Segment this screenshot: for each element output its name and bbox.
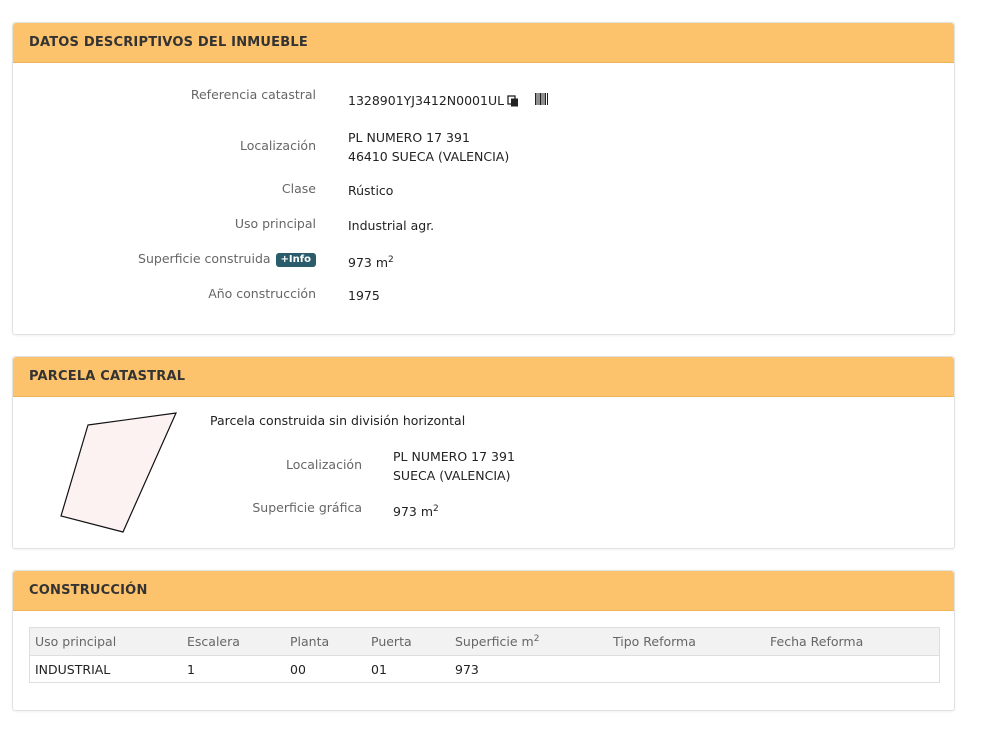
- cell-puerta: 01: [371, 661, 387, 677]
- localizacion-label: Localización: [239, 138, 316, 153]
- localizacion-line1: PL NUMERO 17 391: [348, 130, 470, 145]
- parcel-polygon: [60, 412, 177, 533]
- col-tipo-reforma: Tipo Reforma: [608, 627, 765, 656]
- table-header-row: Uso principal Escalera Planta Puerta Sup…: [29, 627, 940, 656]
- superficie-label: Superficie construida: [138, 251, 271, 266]
- referencia-value-group: 1328901YJ3412N0001UL: [348, 91, 549, 110]
- col-planta: Planta: [285, 627, 366, 656]
- construccion-header: CONSTRUCCIÓN: [13, 571, 954, 611]
- superficie-value-group: 973 m2: [348, 251, 394, 272]
- barcode-icon[interactable]: [535, 91, 549, 105]
- parcela-superficie-unit-sup: 2: [433, 504, 439, 514]
- parcela-superficie-value: 973 m: [393, 504, 434, 520]
- parcela-superficie-value-group: 973 m2: [393, 500, 439, 521]
- cell-fecha-reforma: [765, 656, 940, 683]
- localizacion-line2: 46410 SUECA (VALENCIA): [348, 149, 510, 164]
- construccion-table: Uso principal Escalera Planta Puerta Sup…: [29, 627, 940, 683]
- col-fecha-reforma: Fecha Reforma: [765, 627, 940, 656]
- col-escalera: Escalera: [182, 627, 285, 656]
- uso-label: Uso principal: [234, 216, 316, 231]
- anio-label: Año construcción: [208, 286, 316, 301]
- parcela-localizacion-label: Localización: [285, 457, 362, 472]
- col-superficie-label: Superficie m: [455, 634, 534, 650]
- parcela-catastral-header: PARCELA CATASTRAL: [13, 357, 954, 397]
- parcela-superficie-label: Superficie gráfica: [252, 500, 362, 515]
- parcela-descripcion: Parcela construida sin división horizont…: [210, 413, 466, 428]
- superficie-label-group: Superficie construida +Info: [16, 251, 316, 267]
- parcela-localizacion-line1: PL NUMERO 17 391: [393, 449, 515, 464]
- cell-tipo-reforma: [608, 656, 765, 683]
- anio-value: 1975: [348, 288, 380, 303]
- referencia-label: Referencia catastral: [190, 87, 316, 102]
- col-puerta: Puerta: [366, 627, 450, 656]
- construccion-panel: CONSTRUCCIÓN Uso principal Escalera Plan…: [12, 570, 955, 711]
- datos-descriptivos-panel: DATOS DESCRIPTIVOS DEL INMUEBLE Referenc…: [12, 22, 955, 335]
- cell-superficie: 973: [455, 661, 479, 677]
- col-superficie: Superficie m2: [450, 627, 608, 656]
- copy-icon[interactable]: [507, 93, 519, 107]
- col-superficie-sup: 2: [533, 633, 540, 644]
- clase-value: Rústico: [348, 183, 394, 198]
- table-row: INDUSTRIAL 1 00 01 973: [30, 656, 940, 683]
- parcel-shape-map[interactable]: [53, 407, 193, 537]
- info-button[interactable]: +Info: [275, 253, 316, 267]
- cell-planta: 00: [290, 661, 306, 677]
- parcela-catastral-panel: PARCELA CATASTRAL Parcela construida sin…: [12, 356, 955, 549]
- parcela-localizacion-line2: SUECA (VALENCIA): [393, 468, 511, 483]
- datos-descriptivos-header: DATOS DESCRIPTIVOS DEL INMUEBLE: [13, 23, 954, 63]
- superficie-value: 973 m: [348, 255, 389, 271]
- parcela-localizacion-value: PL NUMERO 17 391 SUECA (VALENCIA): [393, 447, 515, 485]
- uso-value: Industrial agr.: [348, 218, 435, 233]
- col-uso-principal: Uso principal: [29, 627, 182, 656]
- superficie-unit-sup: 2: [388, 255, 394, 265]
- referencia-value: 1328901YJ3412N0001UL: [348, 93, 505, 108]
- localizacion-value: PL NUMERO 17 391 46410 SUECA (VALENCIA): [348, 128, 509, 166]
- cell-escalera: 1: [187, 661, 195, 677]
- clase-label: Clase: [281, 181, 316, 196]
- cell-uso-principal: INDUSTRIAL: [35, 661, 111, 677]
